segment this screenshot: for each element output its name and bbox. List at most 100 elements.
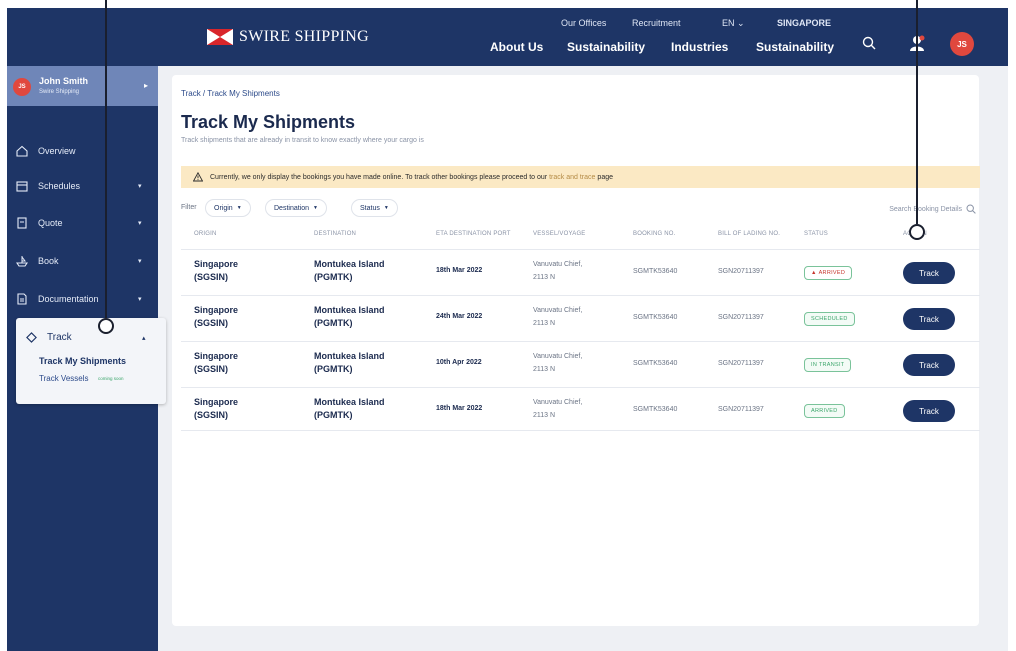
- vessel-cell: Vanuvatu Chief, 2113 N: [533, 353, 583, 373]
- region-selector[interactable]: SINGAPORE: [777, 18, 831, 28]
- sidebar-item-label: Overview: [38, 146, 76, 156]
- column-header: BILL OF LADING NO.: [718, 231, 781, 237]
- filter-status[interactable]: Status ▼: [351, 199, 398, 217]
- column-header: ETA DESTINATION PORT: [436, 231, 511, 237]
- sidebar-item-quote[interactable]: Quote ▾: [7, 210, 158, 236]
- column-header: ORIGIN: [194, 231, 217, 237]
- chevron-down-icon: ▾: [138, 258, 142, 265]
- user-panel[interactable]: JS John Smith Swire Shipping ▸: [7, 66, 158, 106]
- alert-triangle-icon: ▲: [811, 270, 819, 276]
- callout-line-right: [916, 0, 918, 224]
- chevron-down-icon: ▾: [138, 183, 142, 190]
- track-header[interactable]: Track: [26, 332, 72, 343]
- sidebar-subitem-track-my-shipments[interactable]: Track My Shipments: [39, 356, 126, 366]
- warning-icon: [193, 172, 203, 182]
- nav-sustainability-2[interactable]: Sustainability: [756, 40, 834, 54]
- table-row: Singapore (SGSIN) Montukea Island (PGMTK) …: [181, 295, 980, 339]
- eta-cell: 24th Mar 2022: [436, 313, 483, 320]
- swire-flag-icon: [207, 29, 233, 45]
- user-company: Swire Shipping: [39, 89, 80, 95]
- page-subtitle: Track shipments that are already in tran…: [181, 137, 424, 144]
- search-icon[interactable]: [862, 36, 876, 50]
- sidebar-item-documentation[interactable]: Documentation ▾: [7, 286, 158, 312]
- chevron-up-icon: ▴: [142, 335, 146, 342]
- file-icon: [16, 293, 28, 305]
- caret-down-icon: ▼: [313, 205, 318, 211]
- track-button[interactable]: Track: [903, 262, 955, 284]
- filter-origin[interactable]: Origin ▼: [205, 199, 251, 217]
- info-banner: Currently, we only display the bookings …: [181, 166, 980, 188]
- home-icon: [16, 145, 28, 157]
- page-title: Track My Shipments: [181, 112, 356, 132]
- nav-about-us[interactable]: About Us: [490, 40, 543, 54]
- column-header: DESTINATION: [314, 231, 357, 237]
- status-badge: ▲ ARRIVED: [804, 266, 853, 280]
- brand-name: SWIRE SHIPPING: [239, 28, 369, 45]
- column-header: VESSEL/VOYAGE: [533, 231, 586, 237]
- sidebar-avatar: JS: [13, 78, 31, 96]
- callout-line-left: [105, 0, 107, 318]
- sidebar-item-book[interactable]: Book ▾: [7, 248, 158, 274]
- booking-cell: SGMTK53640: [633, 406, 678, 413]
- bol-cell: SGN20711397: [718, 268, 764, 275]
- track-icon: [26, 332, 37, 343]
- sidebar-item-label: Book: [38, 256, 59, 266]
- breadcrumb[interactable]: Track / Track My Shipments: [181, 89, 280, 98]
- destination-cell: Montukea Island (PGMTK): [314, 305, 385, 328]
- search-placeholder: Search Booking Details: [889, 205, 962, 213]
- vessel-cell: Vanuvatu Chief, 2113 N: [533, 307, 583, 327]
- booking-cell: SGMTK53640: [633, 268, 678, 275]
- banner-suffix: page: [597, 173, 613, 181]
- sidebar-item-schedules[interactable]: Schedules ▾: [7, 173, 158, 199]
- status-badge: IN TRANSIT: [804, 358, 852, 372]
- origin-cell: Singapore (SGSIN): [194, 397, 239, 420]
- origin-cell: Singapore (SGSIN): [194, 259, 239, 282]
- table-row: Singapore (SGSIN) Montukea Island (PGMTK) …: [181, 387, 980, 431]
- origin-cell: Singapore (SGSIN): [194, 305, 239, 328]
- sidebar-item-label: Track: [47, 332, 72, 343]
- destination-cell: Montukea Island (PGMTK): [314, 397, 385, 420]
- vessel-cell: Vanuvatu Chief, 2113 N: [533, 261, 583, 281]
- booking-cell: SGMTK53640: [633, 314, 678, 321]
- column-header: BOOKING NO.: [633, 231, 676, 237]
- sidebar-item-label: Quote: [38, 218, 63, 228]
- language-selector[interactable]: EN ⌄: [722, 18, 745, 29]
- sidebar-subitem-track-vessels[interactable]: Track Vessels: [39, 374, 89, 383]
- banner-text: Currently, we only display the bookings …: [210, 173, 548, 181]
- status-badge: ARRIVED: [804, 404, 845, 418]
- filter-destination-label: Destination: [274, 204, 310, 212]
- coming-soon-label: coming soon: [98, 376, 124, 381]
- sidebar-item-overview[interactable]: Overview: [7, 138, 158, 164]
- chevron-down-icon: ▾: [138, 220, 142, 227]
- utility-link-offices[interactable]: Our Offices: [561, 18, 606, 28]
- nav-sustainability[interactable]: Sustainability: [567, 40, 645, 54]
- bol-cell: SGN20711397: [718, 360, 764, 367]
- destination-cell: Montukea Island (PGMTK): [314, 259, 385, 282]
- filter-destination[interactable]: Destination ▼: [265, 199, 327, 217]
- chevron-down-icon: ▾: [138, 296, 142, 303]
- track-button[interactable]: Track: [903, 308, 955, 330]
- document-icon: [16, 217, 28, 229]
- nav-industries[interactable]: Industries: [671, 40, 728, 54]
- status-badge: SCHEDULED: [804, 312, 855, 326]
- sidebar-item-label: Schedules: [38, 181, 81, 191]
- caret-down-icon: ▼: [236, 205, 242, 211]
- bol-cell: SGN20711397: [718, 314, 764, 321]
- utility-link-recruitment[interactable]: Recruitment: [632, 18, 681, 28]
- origin-cell: Singapore (SGSIN): [194, 351, 239, 374]
- chevron-right-icon: ▸: [144, 81, 149, 90]
- sidebar-item-track[interactable]: Track ▴ Track My Shipments Track Vessels…: [16, 318, 166, 404]
- header-avatar[interactable]: JS: [950, 32, 974, 56]
- brand-logo[interactable]: SWIRE SHIPPING: [207, 28, 369, 46]
- vessel-cell: Vanuvatu Chief, 2113 N: [533, 399, 583, 419]
- callout-marker-right: [909, 224, 925, 240]
- table-row: Singapore (SGSIN) Montukea Island (PGMTK) …: [181, 341, 980, 385]
- track-button[interactable]: Track: [903, 400, 955, 422]
- table-row: Singapore (SGSIN) Montukea Island (PGMTK) …: [181, 249, 980, 293]
- track-and-trace-link[interactable]: track and trace: [549, 174, 595, 181]
- filter-label: Filter: [181, 204, 197, 211]
- main-content: Track / Track My Shipments Track My Ship…: [172, 75, 980, 626]
- track-button[interactable]: Track: [903, 354, 955, 376]
- app-frame: SWIRE SHIPPING Our Offices Recruitment E…: [7, 8, 1008, 651]
- table-header: ORIGIN DESTINATION ETA DESTINATION PORT …: [181, 228, 980, 243]
